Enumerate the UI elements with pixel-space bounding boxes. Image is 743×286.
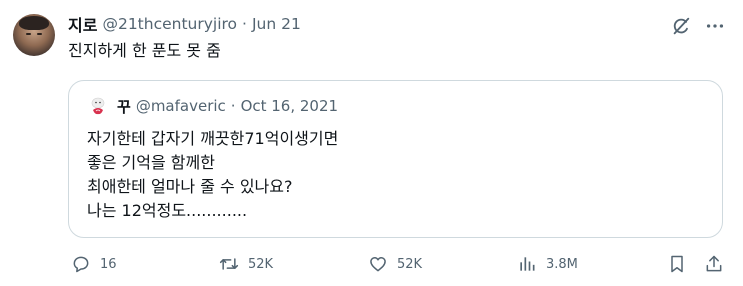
- avatar[interactable]: [13, 14, 55, 56]
- more-dots-icon[interactable]: [704, 15, 726, 37]
- quoted-tweet[interactable]: 꾸 @mafaveric · Oct 16, 2021 자기한테 갑자기 깨끗한…: [68, 80, 723, 238]
- quoted-display-name[interactable]: 꾸: [117, 96, 131, 117]
- separator-dot: ·: [230, 97, 236, 115]
- user-handle[interactable]: @21thcenturyjiro: [102, 15, 237, 33]
- bookmark-icon[interactable]: [667, 254, 687, 274]
- quoted-text-line: 나는 12억정도............: [87, 201, 248, 220]
- quoted-text-line: 좋은 기억을 함께한: [87, 153, 215, 172]
- reply-count: 16: [100, 256, 117, 272]
- tweet-text: 진지하게 한 푼도 못 줌: [68, 41, 221, 60]
- repost-arrows-icon: [219, 258, 239, 270]
- quoted-date[interactable]: Oct 16, 2021: [241, 97, 339, 115]
- quoted-text: 자기한테 갑자기 깨끗한71억이생기면 좋은 기억을 함께한 최애한테 얼마나 …: [87, 127, 338, 223]
- reply-button[interactable]: 16: [71, 250, 117, 278]
- tweet-date[interactable]: Jun 21: [252, 15, 301, 33]
- repost-button[interactable]: 52K: [219, 250, 273, 278]
- tweet-header: 지로 @21thcenturyjiro · Jun 21: [68, 12, 301, 36]
- quoted-user-handle[interactable]: @mafaveric: [136, 97, 226, 115]
- views-bars-icon: [520, 257, 535, 271]
- grok-icon[interactable]: [670, 15, 692, 37]
- quoted-avatar[interactable]: [87, 95, 109, 117]
- like-count: 52K: [397, 256, 423, 272]
- views-button[interactable]: 3.8M: [517, 250, 578, 278]
- views-count: 3.8M: [546, 256, 578, 272]
- quoted-text-line: 자기한테 갑자기 깨끗한71억이생기면: [87, 129, 339, 148]
- quoted-header: 꾸 @mafaveric · Oct 16, 2021: [117, 95, 338, 117]
- display-name[interactable]: 지로: [68, 12, 97, 36]
- reply-bubble-icon: [73, 256, 89, 273]
- tweet[interactable]: 지로 @21thcenturyjiro · Jun 21 진지하게 한 푼도 못…: [0, 0, 743, 286]
- action-bar: 16 52K 52K 3.8M: [0, 250, 743, 278]
- like-button[interactable]: 52K: [368, 250, 422, 278]
- share-icon[interactable]: [704, 254, 724, 274]
- heart-icon: [370, 257, 386, 272]
- quoted-text-line: 최애한테 얼마나 줄 수 있나요?: [87, 177, 293, 196]
- separator-dot: ·: [242, 15, 247, 33]
- repost-count: 52K: [248, 256, 274, 272]
